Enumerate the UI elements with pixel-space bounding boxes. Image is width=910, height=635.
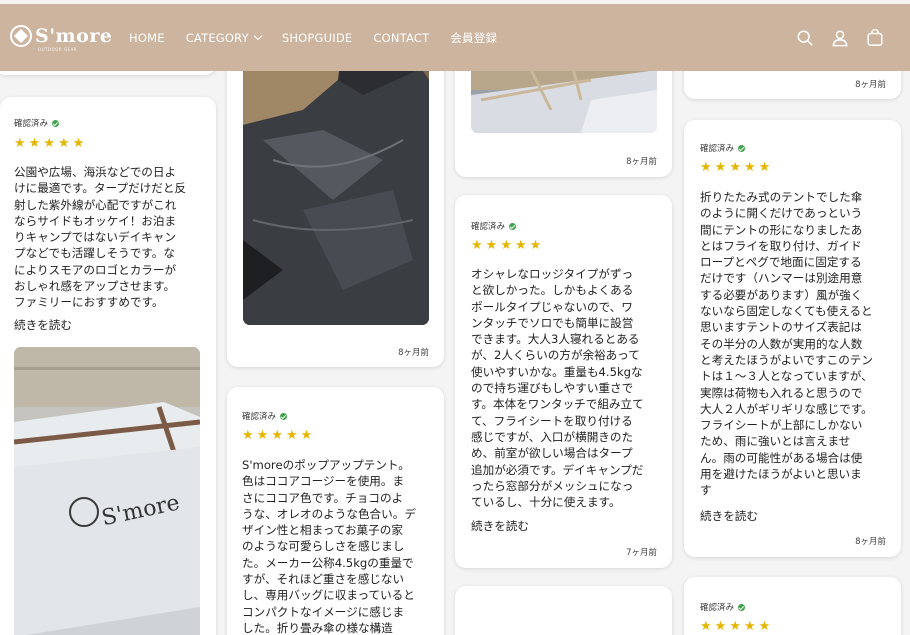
chevron-down-icon [253, 31, 263, 40]
star-icon: ★ [700, 160, 712, 175]
star-icon: ★ [529, 238, 542, 253]
verified-check-icon [509, 222, 517, 230]
star-icon: ★ [28, 136, 41, 151]
cart-icon[interactable] [866, 29, 884, 47]
main-nav: HOME CATEGORY SHOPGUIDE CONTACT 会員登録 [129, 4, 518, 71]
logo-text: S'more [35, 25, 113, 47]
review-card: 確認済み ★ ★ ★ ★ ★ 折りたたみ式のテントでした傘 のように開くだけであっという… [684, 120, 901, 557]
verified-badge: 確認済み [14, 117, 60, 129]
review-date: 8ヶ月前 [855, 537, 886, 547]
star-rating: ★ ★ ★ ★ ★ [700, 161, 770, 175]
star-icon: ★ [300, 428, 313, 443]
review-text: S'moreのポップアップテント。 色はココアコージーを使用。ま さにココア色で… [242, 458, 416, 635]
nav-shopguide[interactable]: SHOPGUIDE [282, 31, 353, 45]
star-icon: ★ [758, 619, 771, 634]
star-rating: ★ ★ ★ ★ ★ [700, 620, 770, 634]
star-icon: ★ [743, 160, 756, 175]
review-card: 8ヶ月前 [227, 40, 444, 367]
review-date: 8ヶ月前 [398, 348, 429, 358]
star-icon: ★ [242, 428, 254, 443]
verified-check-icon [738, 603, 746, 611]
nav-contact[interactable]: CONTACT [373, 31, 429, 45]
review-card: 確認済み ★ ★ ★ ★ ★ オシャレなロッジタイプがずっ と欲しかった。しかもよくある… [455, 195, 672, 568]
review-text: オシャレなロッジタイプがずっ と欲しかった。しかもよくある ポールタイプじゃない… [471, 267, 644, 510]
star-icon: ★ [714, 619, 727, 634]
review-card-col3-bottom [455, 586, 672, 635]
nav-home[interactable]: HOME [129, 31, 165, 45]
review-card: 確認済み ★ ★ ★ ★ ★ 公園や広場、海浜などでの日よ けに最適です。タープだけだと… [0, 97, 216, 635]
review-date: 8ヶ月前 [626, 157, 657, 167]
star-icon: ★ [758, 160, 771, 175]
search-icon[interactable] [796, 29, 814, 47]
read-more-link[interactable]: 続きを読む [471, 518, 529, 534]
verified-badge: 確認済み [242, 410, 288, 422]
review-card: 確認済み ★ ★ ★ ★ ★ S'moreのポップアップテント。 色はココアコージーを使… [227, 387, 444, 635]
star-icon: ★ [714, 160, 727, 175]
review-photo-tent-fabric[interactable] [243, 40, 429, 325]
review-card: 確認済み ★ ★ ★ ★ ★ [684, 577, 901, 635]
verified-check-icon [280, 412, 288, 420]
star-icon: ★ [743, 619, 756, 634]
star-icon: ★ [57, 136, 70, 151]
verified-check-icon [738, 144, 746, 152]
nav-register[interactable]: 会員登録 [450, 30, 497, 46]
star-icon: ★ [14, 136, 26, 151]
review-text: 折りたたみ式のテントでした傘 のように開くだけであっという 間にテントの形になり… [700, 190, 873, 498]
star-rating: ★ ★ ★ ★ ★ [471, 239, 541, 253]
logo-subtext: OUTDOOR GEAR [38, 47, 78, 52]
read-more-link[interactable]: 続きを読む [700, 508, 758, 524]
site-header: S'more OUTDOOR GEAR HOME CATEGORY SHOPGU… [0, 4, 910, 71]
star-icon: ★ [729, 160, 741, 175]
star-icon: ★ [72, 136, 85, 151]
star-icon: ★ [471, 238, 483, 253]
account-icon[interactable] [831, 29, 849, 47]
star-icon: ★ [43, 136, 55, 151]
verified-badge: 確認済み [700, 142, 746, 154]
star-icon: ★ [729, 619, 741, 634]
star-icon: ★ [285, 428, 298, 443]
review-date: 8ヶ月前 [855, 80, 886, 90]
review-date: 7ヶ月前 [626, 548, 657, 558]
star-rating: ★ ★ ★ ★ ★ [242, 429, 312, 443]
star-icon: ★ [256, 428, 269, 443]
star-icon: ★ [500, 238, 512, 253]
read-more-link[interactable]: 続きを読む [14, 317, 72, 333]
verified-badge: 確認済み [471, 220, 517, 232]
verified-check-icon [52, 119, 60, 127]
site-logo[interactable]: S'more OUTDOOR GEAR [10, 25, 113, 52]
star-icon: ★ [271, 428, 283, 443]
review-text: 公園や広場、海浜などでの日よ けに最適です。タープだけだと反 射した紫外線が心配… [14, 165, 187, 310]
verified-badge: 確認済み [700, 601, 746, 613]
star-rating: ★ ★ ★ ★ ★ [14, 137, 84, 151]
logo-mark-icon [10, 25, 32, 47]
star-icon: ★ [485, 238, 498, 253]
review-photo-tent-bag[interactable]: S'more [14, 347, 200, 635]
star-icon: ★ [700, 619, 712, 634]
nav-category[interactable]: CATEGORY [186, 31, 263, 45]
star-icon: ★ [514, 238, 527, 253]
header-icons [796, 29, 884, 47]
